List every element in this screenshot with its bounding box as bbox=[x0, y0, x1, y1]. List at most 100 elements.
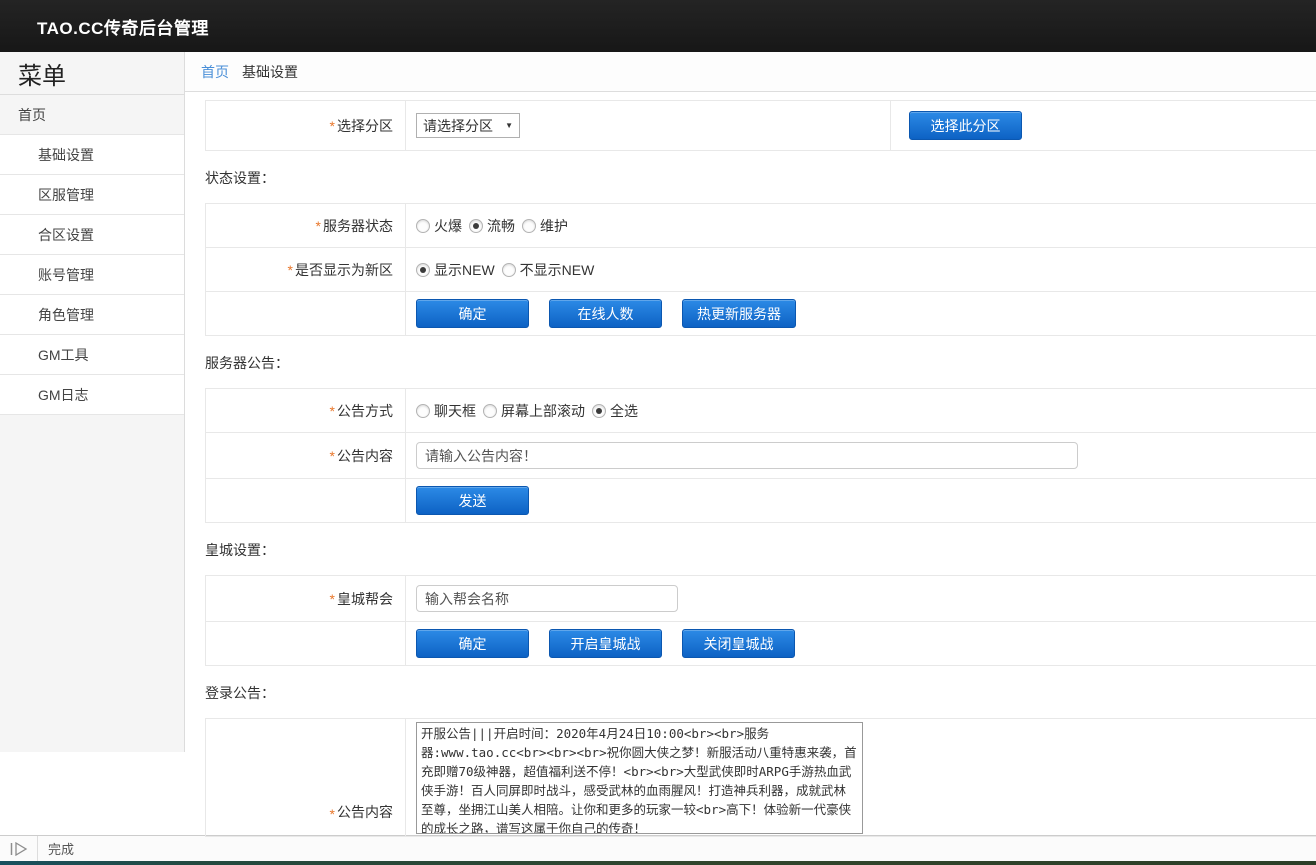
radio-hot[interactable]: 火爆 bbox=[416, 216, 462, 236]
required-asterisk: * bbox=[330, 806, 335, 822]
radio-circle-icon bbox=[416, 263, 430, 277]
zone-field-cell: 请选择分区 ▼ bbox=[406, 101, 891, 150]
status-table: * 服务器状态 火爆 流畅 bbox=[205, 203, 1316, 336]
required-asterisk: * bbox=[330, 118, 335, 134]
login-notice-table: * 公告内容 开服公告|||开启时间：2020年4月24日10:00<br><b… bbox=[205, 718, 1316, 837]
server-status-row: * 服务器状态 火爆 流畅 bbox=[206, 204, 1316, 248]
zone-select-row: * 选择分区 请选择分区 ▼ 选择此分区 bbox=[206, 101, 1316, 151]
step-play-icon bbox=[9, 842, 29, 856]
radio-select-all[interactable]: 全选 bbox=[592, 401, 638, 421]
sidebar-item-basic-settings[interactable]: 基础设置 bbox=[0, 135, 184, 175]
notice-content-label: * 公告内容 bbox=[206, 433, 406, 478]
empty-label-cell bbox=[206, 479, 406, 522]
sidebar-item-gm-logs[interactable]: GM日志 bbox=[0, 375, 184, 415]
zone-select-table: * 选择分区 请选择分区 ▼ 选择此分区 bbox=[205, 100, 1316, 151]
empty-label-cell bbox=[206, 292, 406, 335]
radio-screen-scroll[interactable]: 屏幕上部滚动 bbox=[483, 401, 585, 421]
show-new-label: * 是否显示为新区 bbox=[206, 248, 406, 291]
dropdown-arrow-icon: ▼ bbox=[505, 121, 513, 130]
sidebar-menu: 菜单 首页 基础设置 区服管理 合区设置 账号管理 角色管理 GM工具 bbox=[0, 52, 185, 752]
radio-show-new[interactable]: 显示NEW bbox=[416, 260, 495, 280]
open-palace-war-button[interactable]: 开启皇城战 bbox=[549, 629, 662, 658]
send-button-row: 发送 bbox=[206, 479, 1316, 523]
required-asterisk: * bbox=[330, 403, 335, 419]
sidebar-header: 菜单 bbox=[0, 52, 184, 95]
radio-chatbox[interactable]: 聊天框 bbox=[416, 401, 476, 421]
send-button[interactable]: 发送 bbox=[416, 486, 529, 515]
show-new-row: * 是否显示为新区 显示NEW 不显示NEW bbox=[206, 248, 1316, 292]
palace-confirm-button[interactable]: 确定 bbox=[416, 629, 529, 658]
empty-label-cell bbox=[206, 622, 406, 665]
radio-circle-icon bbox=[522, 219, 536, 233]
zone-action-cell: 选择此分区 bbox=[891, 101, 1316, 150]
close-palace-war-button[interactable]: 关闭皇城战 bbox=[682, 629, 795, 658]
server-notice-section-title: 服务器公告： bbox=[205, 353, 1316, 373]
sidebar-item-account-management[interactable]: 账号管理 bbox=[0, 255, 184, 295]
palace-buttons-row: 确定 开启皇城战 关闭皇城战 bbox=[206, 622, 1316, 666]
status-buttons-row: 确定 在线人数 热更新服务器 bbox=[206, 292, 1316, 336]
status-icon-box bbox=[0, 836, 38, 861]
window-bottom-edge bbox=[0, 861, 1316, 865]
radio-hide-new[interactable]: 不显示NEW bbox=[502, 260, 595, 280]
palace-table: * 皇城帮会 确定 开启皇城战 关闭皇城战 bbox=[205, 575, 1316, 666]
zone-label: * 选择分区 bbox=[206, 101, 406, 150]
palace-guild-row: * 皇城帮会 bbox=[206, 576, 1316, 622]
online-count-button[interactable]: 在线人数 bbox=[549, 299, 662, 328]
notice-method-label: * 公告方式 bbox=[206, 389, 406, 432]
server-status-label: * 服务器状态 bbox=[206, 204, 406, 247]
statusbar: 完成 bbox=[0, 835, 1316, 861]
zone-select-value: 请选择分区 bbox=[423, 116, 493, 136]
required-asterisk: * bbox=[316, 218, 321, 234]
choose-zone-button[interactable]: 选择此分区 bbox=[909, 111, 1022, 140]
hot-update-server-button[interactable]: 热更新服务器 bbox=[682, 299, 796, 328]
radio-circle-icon bbox=[469, 219, 483, 233]
breadcrumb: 首页 基础设置 bbox=[185, 52, 1316, 92]
app-title: TAO.CC传奇后台管理 bbox=[0, 14, 209, 39]
radio-circle-icon bbox=[592, 404, 606, 418]
required-asterisk: * bbox=[288, 262, 293, 278]
palace-guild-label: * 皇城帮会 bbox=[206, 576, 406, 621]
sidebar-item-server-management[interactable]: 区服管理 bbox=[0, 175, 184, 215]
login-notice-row: * 公告内容 开服公告|||开启时间：2020年4月24日10:00<br><b… bbox=[206, 719, 1316, 837]
login-notice-cell: 开服公告|||开启时间：2020年4月24日10:00<br><br>服务器:w… bbox=[406, 719, 1316, 836]
palace-buttons-cell: 确定 开启皇城战 关闭皇城战 bbox=[406, 622, 1316, 665]
notice-content-cell bbox=[406, 433, 1316, 478]
send-button-cell: 发送 bbox=[406, 479, 1316, 522]
server-notice-table: * 公告方式 聊天框 屏幕上部滚动 bbox=[205, 388, 1316, 523]
status-section-title: 状态设置： bbox=[205, 168, 1316, 188]
confirm-button[interactable]: 确定 bbox=[416, 299, 529, 328]
radio-circle-icon bbox=[416, 219, 430, 233]
palace-guild-cell bbox=[406, 576, 1316, 621]
required-asterisk: * bbox=[330, 591, 335, 607]
server-status-options: 火爆 流畅 维护 bbox=[406, 204, 1316, 247]
notice-content-input[interactable] bbox=[416, 442, 1078, 469]
notice-method-row: * 公告方式 聊天框 屏幕上部滚动 bbox=[206, 389, 1316, 433]
login-notice-section-title: 登录公告： bbox=[205, 683, 1316, 703]
radio-smooth[interactable]: 流畅 bbox=[469, 216, 515, 236]
content-area: 首页 基础设置 * 选择分区 请选择分区 ▼ bbox=[185, 52, 1316, 835]
status-text: 完成 bbox=[38, 839, 74, 858]
radio-maintenance[interactable]: 维护 bbox=[522, 216, 568, 236]
sidebar-item-character-management[interactable]: 角色管理 bbox=[0, 295, 184, 335]
notice-method-options: 聊天框 屏幕上部滚动 全选 bbox=[406, 389, 1316, 432]
status-buttons-cell: 确定 在线人数 热更新服务器 bbox=[406, 292, 1316, 335]
radio-circle-icon bbox=[416, 404, 430, 418]
notice-content-row: * 公告内容 bbox=[206, 433, 1316, 479]
breadcrumb-current: 基础设置 bbox=[242, 62, 298, 82]
settings-form: * 选择分区 请选择分区 ▼ 选择此分区 状态设置： bbox=[185, 92, 1316, 837]
required-asterisk: * bbox=[330, 448, 335, 464]
sidebar-item-merge-settings[interactable]: 合区设置 bbox=[0, 215, 184, 255]
zone-select[interactable]: 请选择分区 ▼ bbox=[416, 113, 520, 138]
sidebar: 菜单 首页 基础设置 区服管理 合区设置 账号管理 角色管理 GM工具 bbox=[0, 52, 185, 835]
show-new-options: 显示NEW 不显示NEW bbox=[406, 248, 1316, 291]
palace-guild-input[interactable] bbox=[416, 585, 678, 612]
sidebar-item-home[interactable]: 首页 bbox=[0, 95, 184, 135]
login-notice-textarea[interactable]: 开服公告|||开启时间：2020年4月24日10:00<br><br>服务器:w… bbox=[416, 722, 863, 834]
radio-circle-icon bbox=[502, 263, 516, 277]
topbar: TAO.CC传奇后台管理 bbox=[0, 0, 1316, 52]
radio-circle-icon bbox=[483, 404, 497, 418]
login-notice-label: * 公告内容 bbox=[206, 719, 406, 836]
breadcrumb-home-link[interactable]: 首页 bbox=[201, 62, 229, 82]
sidebar-item-gm-tools[interactable]: GM工具 bbox=[0, 335, 184, 375]
palace-section-title: 皇城设置： bbox=[205, 540, 1316, 560]
